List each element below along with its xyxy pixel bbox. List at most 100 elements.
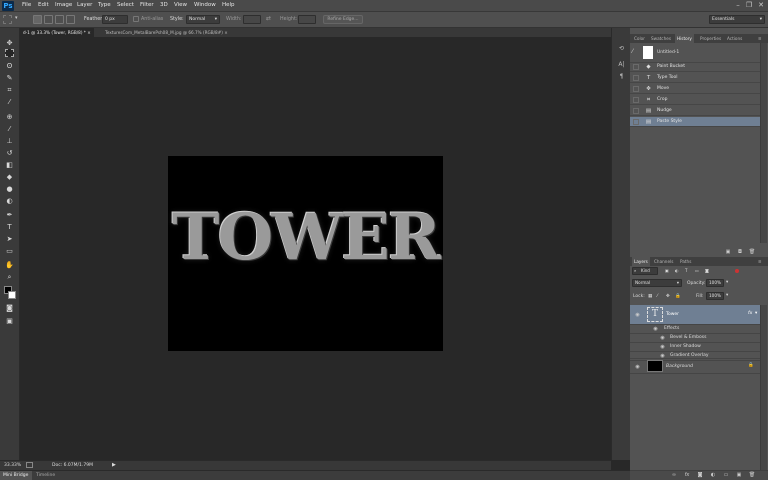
history-source-checkbox[interactable] <box>633 64 639 70</box>
height-input[interactable] <box>298 15 316 24</box>
history-brush-tool-icon[interactable]: ↺ <box>4 148 15 158</box>
new-adjustment-layer-icon[interactable]: ◐ <box>709 472 717 479</box>
minimize-button[interactable]: – <box>734 1 742 10</box>
zoom-level[interactable]: 33.33% <box>4 463 21 468</box>
restore-button[interactable]: ❐ <box>745 1 753 10</box>
effect-row[interactable]: ◉ Inner Shadow <box>630 343 760 352</box>
visibility-eye-icon[interactable]: ◉ <box>659 335 666 341</box>
marquee-tool-icon[interactable] <box>3 15 12 24</box>
tab-document-1[interactable]: d-1 @ 33.3% (Tower, RGB/8) * × <box>20 28 94 37</box>
history-brush-source-icon[interactable]: ⁄ <box>632 48 633 55</box>
zoom-tool-icon[interactable]: ⌕ <box>4 272 15 282</box>
rectangular-marquee-tool-icon[interactable] <box>5 49 14 57</box>
swap-arrows-icon[interactable]: ⇄ <box>266 15 271 22</box>
effects-row[interactable]: ◉ Effects <box>630 325 760 334</box>
history-source-checkbox[interactable] <box>633 108 639 114</box>
add-layer-style-icon[interactable]: fx <box>683 472 691 479</box>
history-scrollbar[interactable] <box>760 43 767 243</box>
opacity-input[interactable]: 100% <box>706 279 724 287</box>
anti-alias-checkbox[interactable] <box>133 16 139 22</box>
history-source-checkbox[interactable] <box>633 75 639 81</box>
close-button[interactable]: ✕ <box>757 1 765 10</box>
character-panel-icon[interactable]: A| <box>616 60 627 70</box>
new-group-icon[interactable]: ▭ <box>722 472 730 479</box>
layer-name[interactable]: Tower <box>666 312 679 317</box>
paint-bucket-tool-icon[interactable]: ◆ <box>4 172 15 182</box>
export-icon[interactable] <box>26 462 33 468</box>
rectangle-tool-icon[interactable]: ▭ <box>4 246 15 256</box>
hand-tool-icon[interactable]: ✋ <box>4 260 15 270</box>
lock-position-icon[interactable]: ✥ <box>666 294 670 299</box>
clone-stamp-tool-icon[interactable]: ⊥ <box>4 136 15 146</box>
delete-state-icon[interactable]: 🗑 <box>748 249 756 256</box>
filter-type-icon[interactable]: T <box>685 268 687 273</box>
subtract-from-selection-icon[interactable] <box>55 15 64 24</box>
filter-pixel-icon[interactable]: ▣ <box>665 268 669 273</box>
menu-window[interactable]: Window <box>194 2 216 8</box>
lock-image-icon[interactable]: ⁄ <box>657 294 658 299</box>
add-mask-icon[interactable]: ◙ <box>696 472 704 479</box>
pen-tool-icon[interactable]: ✒ <box>4 210 15 220</box>
fx-badge[interactable]: fx <box>748 311 752 316</box>
lasso-tool-icon[interactable]: ʘ <box>4 61 15 71</box>
type-tool-icon[interactable]: T <box>4 222 15 232</box>
brush-tool-icon[interactable]: ⁄ <box>4 124 15 134</box>
crop-tool-icon[interactable]: ⌗ <box>4 85 15 95</box>
link-layers-icon[interactable]: ∞ <box>670 472 678 479</box>
status-menu-arrow-icon[interactable]: ▶ <box>112 462 116 468</box>
history-snapshot[interactable]: ⁄ Untitled-1 <box>630 43 760 63</box>
chevron-down-icon[interactable]: ▾ <box>755 311 757 316</box>
visibility-eye-icon[interactable]: ◉ <box>634 364 641 370</box>
delete-layer-icon[interactable]: 🗑 <box>748 472 756 479</box>
filter-toggle-icon[interactable] <box>735 269 739 273</box>
history-panel-icon[interactable]: ⟲ <box>616 44 627 54</box>
visibility-eye-icon[interactable]: ◉ <box>652 326 659 332</box>
menu-image[interactable]: Image <box>55 2 72 8</box>
tab-paths[interactable]: Paths <box>678 257 693 266</box>
history-item[interactable]: ▤ Nudge <box>630 106 760 116</box>
blend-mode-select[interactable]: Normal ▾ <box>632 279 682 287</box>
history-source-checkbox[interactable] <box>633 86 639 92</box>
layer-filter-select[interactable]: ⌕ Kind <box>632 267 658 275</box>
history-source-checkbox[interactable] <box>633 119 639 125</box>
history-item[interactable]: T Type Tool <box>630 73 760 83</box>
tab-actions[interactable]: Actions <box>725 34 744 43</box>
feather-input[interactable]: 0 px <box>102 15 128 24</box>
eyedropper-tool-icon[interactable]: ⁄ <box>4 97 15 107</box>
layer-row-background[interactable]: ◉ Background 🔒 <box>630 358 760 374</box>
new-snapshot-icon[interactable]: ◘ <box>736 249 744 256</box>
tab-channels[interactable]: Channels <box>652 257 675 266</box>
screen-mode-icon[interactable]: ▣ <box>4 316 15 326</box>
menu-filter[interactable]: Filter <box>140 2 154 8</box>
paragraph-panel-icon[interactable]: ¶ <box>616 72 627 82</box>
dodge-tool-icon[interactable]: ◐ <box>4 196 15 206</box>
quick-selection-tool-icon[interactable]: ✎ <box>4 73 15 83</box>
intersect-selection-icon[interactable] <box>66 15 75 24</box>
history-item[interactable]: ◆ Paint Bucket <box>630 62 760 72</box>
style-select[interactable]: Normal ▾ <box>186 15 220 24</box>
add-to-selection-icon[interactable] <box>44 15 53 24</box>
document-canvas[interactable]: TOWER <box>168 156 443 351</box>
layer-name[interactable]: Background <box>666 364 693 369</box>
tab-layers[interactable]: Layers <box>632 257 650 266</box>
tool-preset-dropdown-icon[interactable]: ▾ <box>15 15 20 24</box>
panel-menu-icon[interactable]: ≡ <box>756 257 764 266</box>
visibility-eye-icon[interactable]: ◉ <box>634 312 641 318</box>
new-layer-icon[interactable]: ▣ <box>735 472 743 479</box>
eraser-tool-icon[interactable]: ◧ <box>4 160 15 170</box>
new-document-from-state-icon[interactable]: ▣ <box>724 249 732 256</box>
history-item-selected[interactable]: ▤ Paste Style <box>630 117 760 127</box>
visibility-eye-icon[interactable]: ◉ <box>659 344 666 350</box>
filter-smart-object-icon[interactable]: ◙ <box>705 268 709 273</box>
history-item[interactable]: ✥ Move <box>630 84 760 94</box>
filter-shape-icon[interactable]: ▭ <box>695 268 699 273</box>
path-selection-tool-icon[interactable]: ➤ <box>4 234 15 244</box>
menu-type[interactable]: Type <box>98 2 111 8</box>
lock-transparent-icon[interactable]: ▦ <box>648 294 652 299</box>
tab-document-2[interactable]: TexturesCom_MetalBarePsh08_M.jpg @ 66.7%… <box>102 28 231 37</box>
background-color-swatch[interactable] <box>8 291 16 299</box>
tab-properties[interactable]: Properties <box>698 34 723 43</box>
new-selection-icon[interactable] <box>33 15 42 24</box>
menu-file[interactable]: File <box>22 2 31 8</box>
tab-swatches[interactable]: Swatches <box>649 34 673 43</box>
